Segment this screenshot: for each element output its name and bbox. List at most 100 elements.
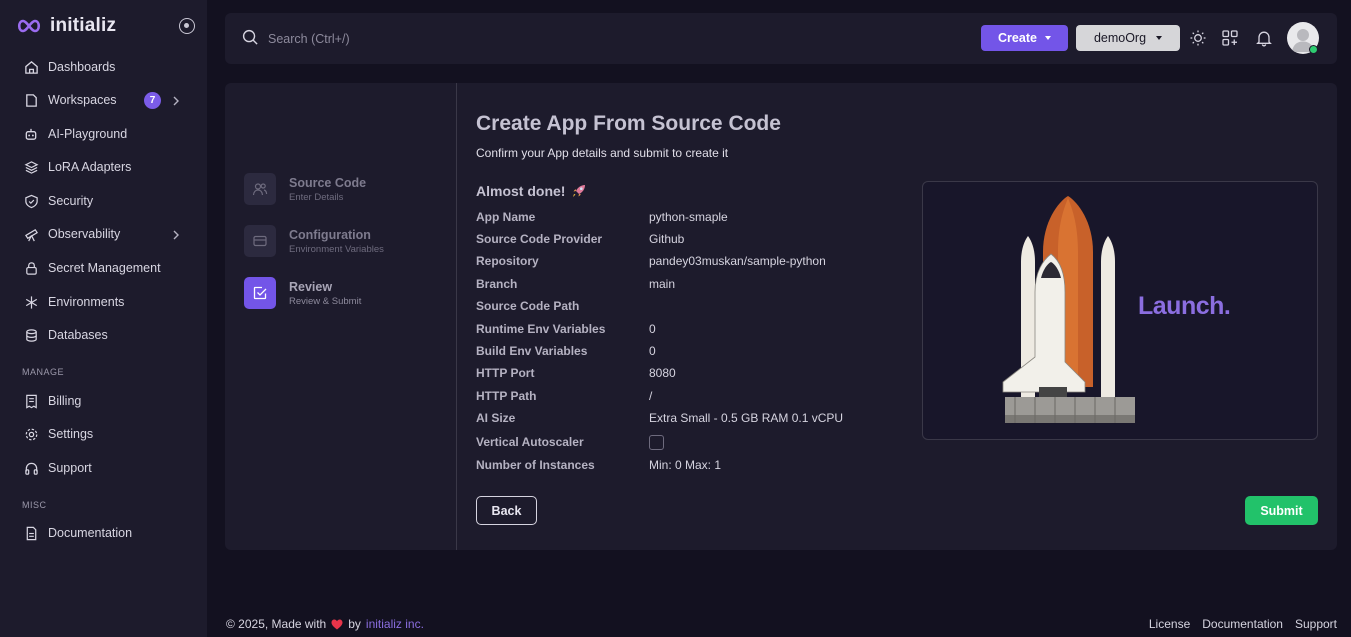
back-button[interactable]: Back: [476, 496, 537, 525]
caret-down-icon: [1044, 36, 1051, 40]
receipt-icon: [22, 392, 40, 410]
infinity-logo-icon: [17, 19, 41, 33]
detail-row-runtime-env-variables: Runtime Env Variables 0: [476, 320, 656, 338]
checkbox-square-icon: [244, 277, 276, 309]
step-source-code[interactable]: Source Code Enter Details: [244, 172, 444, 206]
create-button-label: Create: [998, 31, 1037, 45]
detail-row-app-name: App Name python-smaple: [476, 208, 728, 226]
org-selector[interactable]: demoOrg: [1076, 25, 1180, 51]
sidebar-item-documentation[interactable]: Documentation: [16, 519, 196, 547]
detail-value: 8080: [649, 366, 676, 380]
sidebar-item-label: Documentation: [48, 526, 133, 540]
detail-row-source-code-path: Source Code Path: [476, 297, 649, 315]
detail-label: Source Code Provider: [476, 232, 603, 246]
brand-name: initializ: [50, 15, 117, 36]
add-widget-icon[interactable]: [1221, 29, 1239, 47]
create-button[interactable]: Create: [981, 25, 1068, 51]
sidebar-item-label: Secret Management: [48, 261, 161, 275]
brand-logo[interactable]: initializ: [16, 14, 116, 38]
org-selector-label: demoOrg: [1093, 31, 1147, 45]
headphones-icon: [22, 459, 40, 477]
submit-button[interactable]: Submit: [1245, 496, 1318, 525]
detail-row-repository: Repository pandey03muskan/sample-python: [476, 252, 826, 270]
sidebar-item-billing[interactable]: Billing: [16, 387, 196, 415]
briefcase-icon: [22, 91, 40, 109]
detail-value: Github: [649, 232, 685, 246]
sidebar-collapse-button[interactable]: [179, 18, 195, 34]
detail-value: 0: [649, 322, 656, 336]
detail-value: 0: [649, 344, 656, 358]
step-title: Review: [289, 279, 333, 294]
step-subtitle: Enter Details: [289, 191, 344, 203]
page-title: Create App From Source Code: [476, 112, 781, 135]
sidebar-item-secret-management[interactable]: Secret Management: [16, 254, 196, 282]
footer-link-documentation[interactable]: Documentation: [1202, 617, 1283, 631]
almost-done-text: Almost done!: [476, 183, 566, 199]
step-review[interactable]: Review Review & Submit: [244, 276, 444, 310]
detail-label: HTTP Path: [476, 389, 537, 403]
gear-icon: [22, 425, 40, 443]
detail-label: AI Size: [476, 411, 516, 425]
sidebar-item-label: Environments: [48, 295, 125, 309]
detail-row-vertical-autoscaler: Vertical Autoscaler: [476, 433, 664, 451]
search-box[interactable]: [242, 29, 568, 49]
detail-value: main: [649, 277, 676, 291]
create-app-card: Source Code Enter Details Configuration …: [225, 83, 1337, 550]
detail-label: Runtime Env Variables: [476, 322, 606, 336]
search-input[interactable]: [268, 32, 568, 46]
sidebar-item-observability[interactable]: Observability: [16, 220, 196, 248]
sidebar-item-label: LoRA Adapters: [48, 160, 132, 174]
chevron-right-icon: [172, 94, 180, 109]
launch-illustration: Launch.: [922, 181, 1318, 440]
detail-row-http-path: HTTP Path /: [476, 387, 652, 405]
step-configuration[interactable]: Configuration Environment Variables: [244, 224, 444, 258]
robot-icon: [22, 125, 40, 143]
document-icon: [22, 524, 40, 542]
footer-link-support[interactable]: Support: [1295, 617, 1337, 631]
sidebar-item-ai-playground[interactable]: AI-Playground: [16, 120, 196, 148]
detail-label: Source Code Path: [476, 299, 580, 313]
stepper-divider: [456, 83, 457, 550]
layers-icon: [22, 158, 40, 176]
sidebar-item-label: Databases: [48, 328, 108, 342]
footer-link-license[interactable]: License: [1149, 617, 1190, 631]
vertical-autoscaler-checkbox[interactable]: [649, 434, 664, 450]
section-label-misc: MISC: [22, 500, 47, 510]
sidebar-item-dashboards[interactable]: Dashboards: [16, 53, 196, 81]
section-label-manage: MANAGE: [22, 367, 65, 377]
rocket-icon: [573, 185, 586, 197]
detail-label: HTTP Port: [476, 366, 535, 380]
step-subtitle: Review & Submit: [289, 295, 362, 307]
sidebar-item-environments[interactable]: Environments: [16, 288, 196, 316]
workspaces-count-badge: 7: [144, 92, 161, 109]
bell-icon[interactable]: [1255, 29, 1273, 47]
sidebar-item-lora-adapters[interactable]: LoRA Adapters: [16, 153, 196, 181]
sidebar-item-security[interactable]: Security: [16, 187, 196, 215]
sidebar-item-databases[interactable]: Databases: [16, 321, 196, 349]
detail-row-build-env-variables: Build Env Variables 0: [476, 342, 656, 360]
sidebar-item-workspaces[interactable]: Workspaces 7: [16, 86, 196, 114]
detail-value: python-smaple: [649, 210, 728, 224]
footer-company-link[interactable]: initializ inc.: [366, 617, 424, 631]
sidebar-item-label: Dashboards: [48, 60, 116, 74]
top-bar: Create demoOrg: [225, 13, 1337, 64]
detail-row-ai-size: AI Size Extra Small - 0.5 GB RAM 0.1 vCP…: [476, 409, 843, 427]
sidebar-item-settings[interactable]: Settings: [16, 420, 196, 448]
lock-icon: [22, 259, 40, 277]
card-icon: [244, 225, 276, 257]
heart-icon: [331, 619, 343, 629]
sidebar-item-label: Workspaces: [48, 93, 117, 107]
sidebar-item-support[interactable]: Support: [16, 454, 196, 482]
sidebar-item-label: Security: [48, 194, 94, 208]
step-subtitle: Environment Variables: [289, 243, 384, 255]
detail-label: Branch: [476, 277, 518, 291]
detail-label: Vertical Autoscaler: [476, 435, 584, 449]
footer-links: License Documentation Support: [1149, 617, 1337, 631]
sidebar-item-label: Billing: [48, 394, 82, 408]
space-shuttle-image: [1002, 196, 1135, 423]
sun-icon[interactable]: [1189, 29, 1207, 47]
sidebar-item-label: Observability: [48, 227, 121, 241]
footer-prefix: © 2025, Made with: [226, 617, 327, 631]
online-status-dot: [1309, 45, 1318, 54]
telescope-icon: [22, 225, 40, 243]
